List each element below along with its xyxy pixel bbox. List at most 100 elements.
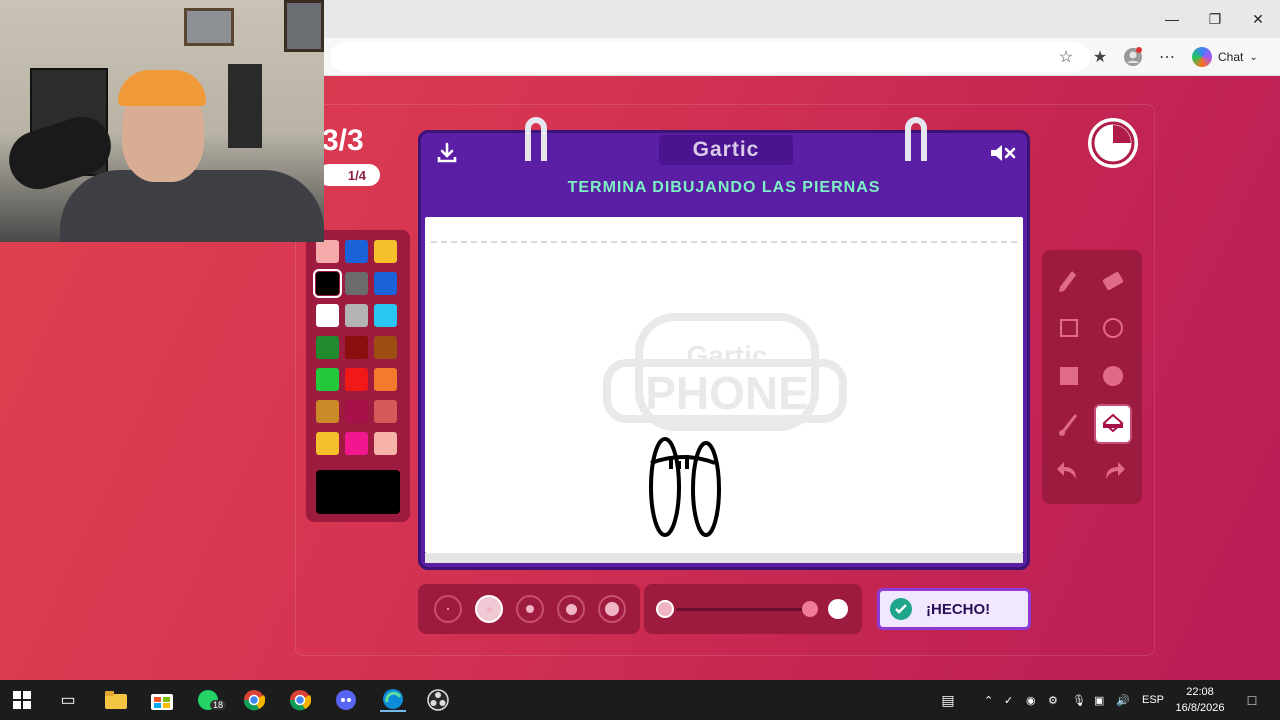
streamer-cap: [118, 70, 206, 106]
wall-shelf: [228, 64, 262, 148]
color-swatch[interactable]: [374, 336, 397, 359]
brush-size-selector: [418, 584, 640, 634]
language-indicator[interactable]: ESP: [1142, 690, 1164, 710]
opacity-slider[interactable]: [644, 584, 862, 634]
gartic-logo: Gartic: [659, 135, 793, 165]
opacity-track: [676, 608, 806, 611]
windows-start-icon[interactable]: [10, 688, 34, 712]
circle-filled-icon[interactable]: [1094, 356, 1132, 396]
color-swatch[interactable]: [316, 432, 339, 455]
close-button[interactable]: ✕: [1238, 6, 1278, 32]
notifications-icon[interactable]: □: [1240, 688, 1264, 712]
streamer-body: [60, 170, 324, 242]
sub-counter-badge: 1/4: [318, 164, 380, 186]
color-swatch[interactable]: [345, 400, 368, 423]
color-swatch[interactable]: [345, 304, 368, 327]
favorites-icon[interactable]: ★: [1089, 46, 1111, 68]
news-widget-icon[interactable]: ▤: [936, 688, 960, 712]
chrome-profile-icon[interactable]: [288, 688, 312, 712]
color-swatch[interactable]: [316, 368, 339, 391]
whatsapp-icon[interactable]: 18: [196, 688, 227, 712]
chat-label: Chat: [1218, 50, 1244, 64]
color-swatch[interactable]: [345, 240, 368, 263]
color-palette: [306, 230, 410, 522]
color-swatch[interactable]: [313, 269, 342, 298]
line-icon[interactable]: [1050, 404, 1088, 444]
drawing-card: Gartic TERMINA DIBUJANDO LAS PIERNAS Gar…: [418, 117, 1030, 570]
opacity-min-knob[interactable]: [656, 600, 674, 618]
tray-app-icon[interactable]: ✓: [1004, 690, 1013, 710]
drawn-legs: [649, 437, 721, 537]
opacity-handle[interactable]: [802, 601, 818, 617]
binder-ring-icon: [905, 117, 927, 161]
color-swatch[interactable]: [374, 240, 397, 263]
color-swatch[interactable]: [316, 304, 339, 327]
color-swatch[interactable]: [374, 272, 397, 295]
more-menu-icon[interactable]: ⋯: [1156, 46, 1178, 68]
store-icon[interactable]: [150, 688, 174, 712]
color-swatch[interactable]: [345, 368, 368, 391]
circle-outline-icon[interactable]: [1094, 308, 1132, 348]
microphone-icon[interactable]: 🎙: [1072, 690, 1086, 710]
color-swatch[interactable]: [374, 400, 397, 423]
download-icon[interactable]: [433, 139, 461, 167]
obs-icon[interactable]: [426, 688, 450, 712]
file-explorer-icon[interactable]: [104, 688, 128, 712]
brush-size-option[interactable]: [475, 595, 503, 623]
done-button[interactable]: ¡HECHO!: [877, 588, 1031, 630]
square-outline-icon[interactable]: [1050, 308, 1088, 348]
profile-icon[interactable]: [1122, 46, 1144, 68]
tray-app-icon[interactable]: ⚙: [1048, 690, 1058, 710]
color-swatch[interactable]: [345, 336, 368, 359]
edge-icon[interactable]: [380, 688, 406, 712]
chrome-icon[interactable]: [242, 688, 266, 712]
color-swatch[interactable]: [345, 272, 368, 295]
square-filled-icon[interactable]: [1050, 356, 1088, 396]
color-swatch[interactable]: [316, 336, 339, 359]
network-icon[interactable]: ▣: [1094, 690, 1104, 710]
brush-size-option[interactable]: [434, 595, 462, 623]
pencil-icon[interactable]: [1050, 260, 1088, 300]
undo-icon[interactable]: [1050, 452, 1088, 492]
watermark-phone: PHONE: [645, 367, 809, 419]
brush-size-dot: [605, 602, 619, 616]
color-swatch[interactable]: [316, 400, 339, 423]
color-swatch[interactable]: [374, 432, 397, 455]
opacity-max-knob[interactable]: [828, 599, 848, 619]
restore-button[interactable]: ❐: [1195, 6, 1235, 32]
address-bar[interactable]: [330, 42, 1090, 72]
copilot-chat-button[interactable]: Chat ⌄: [1192, 45, 1258, 69]
color-swatch[interactable]: [374, 304, 397, 327]
brush-size-dot: [526, 605, 534, 613]
wall-frame: [284, 0, 324, 52]
tool-panel: [1042, 250, 1142, 504]
instruction-text: TERMINA DIBUJANDO LAS PIERNAS: [567, 179, 881, 196]
webcam-overlay: [0, 0, 324, 242]
gartic-phone-watermark: Gartic PHONE: [603, 313, 847, 431]
brush-size-option[interactable]: [516, 595, 544, 623]
minimize-button[interactable]: —: [1152, 6, 1192, 32]
drawing-canvas[interactable]: Gartic PHONE: [425, 217, 1023, 553]
volume-icon[interactable]: 🔊: [1116, 690, 1130, 710]
favorite-star-icon[interactable]: ☆: [1055, 46, 1077, 68]
brush-size-option[interactable]: [598, 595, 626, 623]
clock-time: 22:08: [1186, 686, 1214, 698]
color-swatch[interactable]: [316, 240, 339, 263]
tray-app-icon[interactable]: ◉: [1026, 690, 1036, 710]
system-clock[interactable]: 22:08 16/8/2026: [1172, 684, 1228, 716]
bucket-icon[interactable]: [1094, 404, 1132, 444]
windows-taskbar: ▭ 18 ▤ ⌃ ✓ ◉ ⚙ 🎙 ▣ 🔊 ESP 22:08 16/8/2026…: [0, 680, 1280, 720]
canvas-svg: Gartic PHONE: [603, 313, 847, 537]
color-swatch[interactable]: [345, 432, 368, 455]
color-swatch[interactable]: [374, 368, 397, 391]
copilot-icon: [1192, 47, 1212, 67]
brush-size-option[interactable]: [557, 595, 585, 623]
round-counter: 3/3: [322, 124, 364, 157]
show-hidden-icons[interactable]: ⌃: [984, 690, 993, 710]
redo-icon[interactable]: [1094, 452, 1132, 492]
discord-icon[interactable]: [334, 688, 358, 712]
task-view-icon[interactable]: ▭: [56, 688, 80, 712]
brush-size-dot: [486, 606, 492, 612]
sound-muted-icon[interactable]: [987, 139, 1019, 167]
eraser-icon[interactable]: [1094, 260, 1132, 300]
